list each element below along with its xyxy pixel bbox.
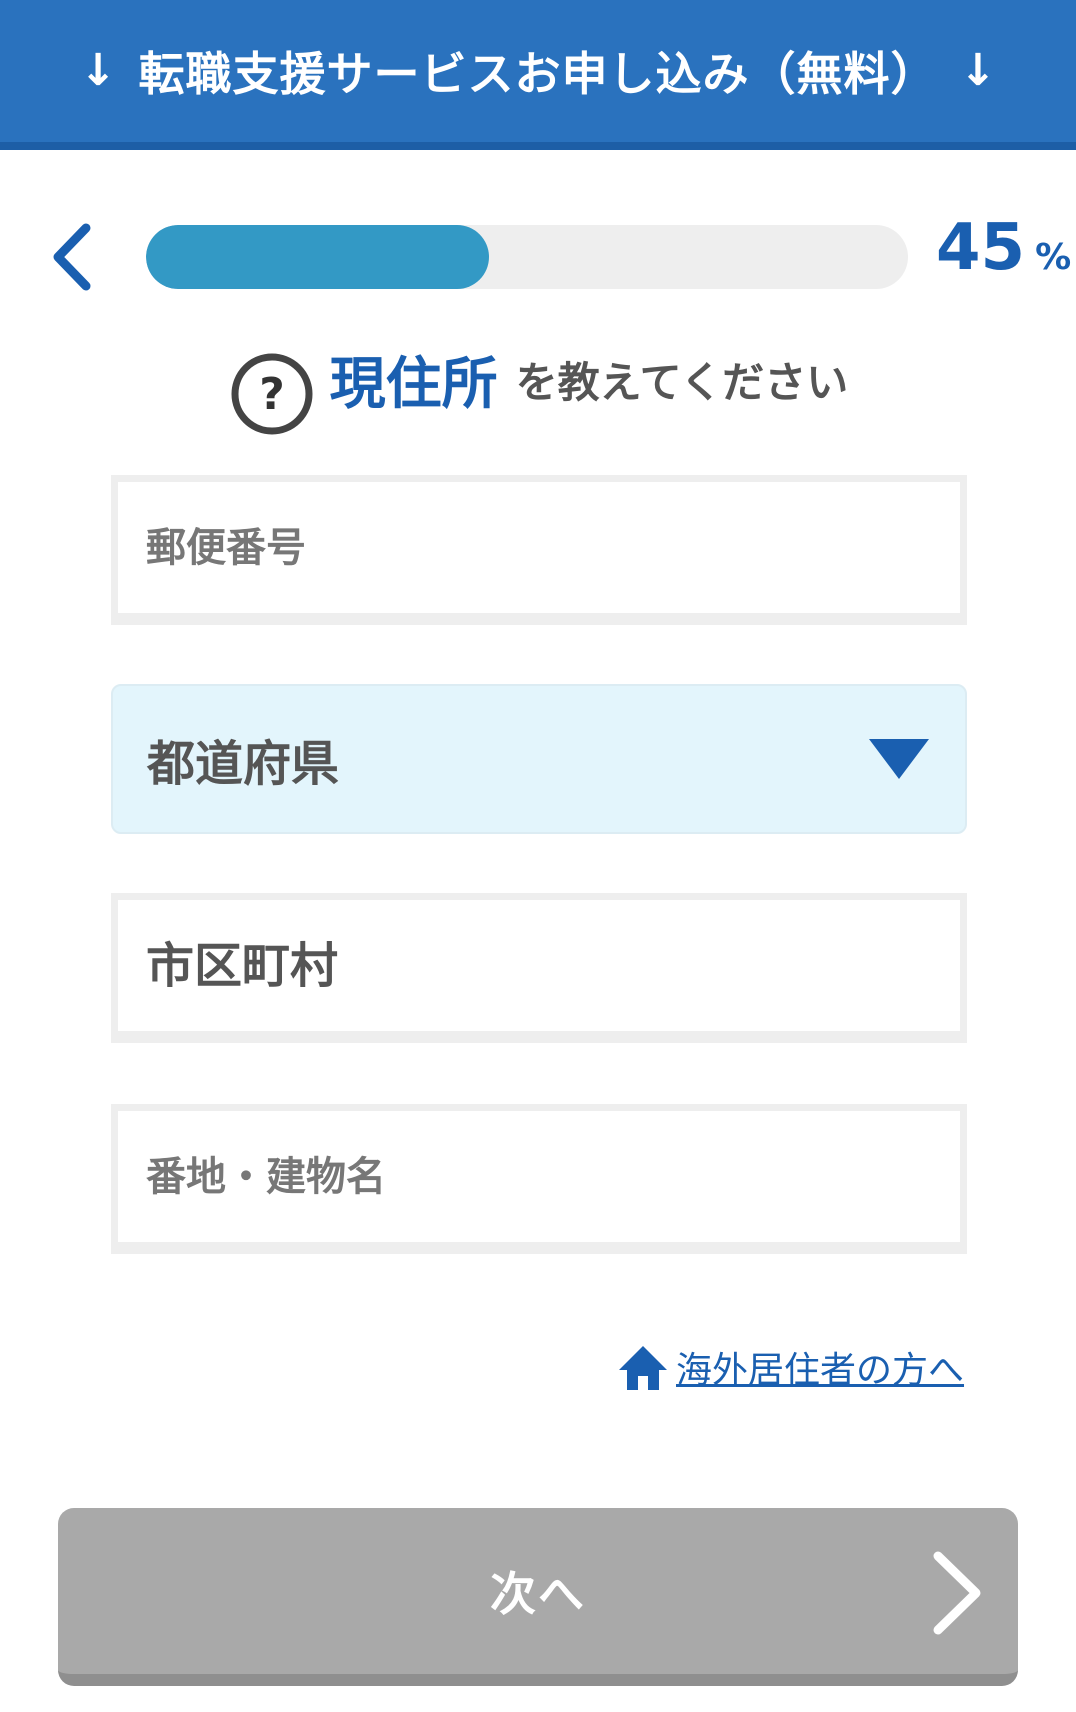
question-text: を教えてください — [515, 357, 849, 407]
progress-unit: % — [1035, 237, 1072, 278]
header-title: 転職支援サービスお申し込み（無料） — [138, 47, 938, 101]
home-icon — [619, 1346, 667, 1390]
progress-value: 45 — [936, 211, 1026, 285]
prefecture-select[interactable]: 都道府県 — [111, 684, 967, 834]
caret-down-icon — [869, 739, 929, 779]
city-input[interactable] — [146, 900, 960, 1031]
question-heading: ? 現住所 を教えてください — [0, 320, 1076, 438]
postal-code-input[interactable] — [146, 482, 960, 613]
chevron-right-icon — [933, 1551, 981, 1635]
address-input[interactable] — [146, 1111, 960, 1242]
chevron-left-icon — [53, 223, 91, 291]
city-field[interactable] — [111, 893, 967, 1043]
progress-bar-fill — [146, 225, 489, 289]
question-emphasis: 現住所 — [329, 351, 498, 417]
back-button[interactable] — [44, 220, 100, 294]
postal-code-field[interactable] — [111, 475, 967, 625]
overseas-residents-link[interactable]: 海外居住者の方へ — [616, 1340, 964, 1394]
question-circle-icon[interactable]: ? — [228, 350, 316, 438]
progress-percentage: 45 % — [936, 216, 1071, 280]
svg-text:?: ? — [259, 369, 285, 420]
overseas-link-text: 海外居住者の方へ — [676, 1350, 965, 1391]
page-header: ↓ 転職支援サービスお申し込み（無料） ↓ — [0, 0, 1076, 150]
down-arrow-icon-right: ↓ — [959, 45, 997, 96]
next-button[interactable]: 次へ — [58, 1508, 1018, 1686]
address-field[interactable] — [111, 1104, 967, 1254]
prefecture-select-label: 都道府県 — [147, 736, 340, 792]
next-button-label: 次へ — [490, 1567, 586, 1621]
progress-bar — [146, 225, 908, 289]
down-arrow-icon-left: ↓ — [79, 45, 117, 96]
